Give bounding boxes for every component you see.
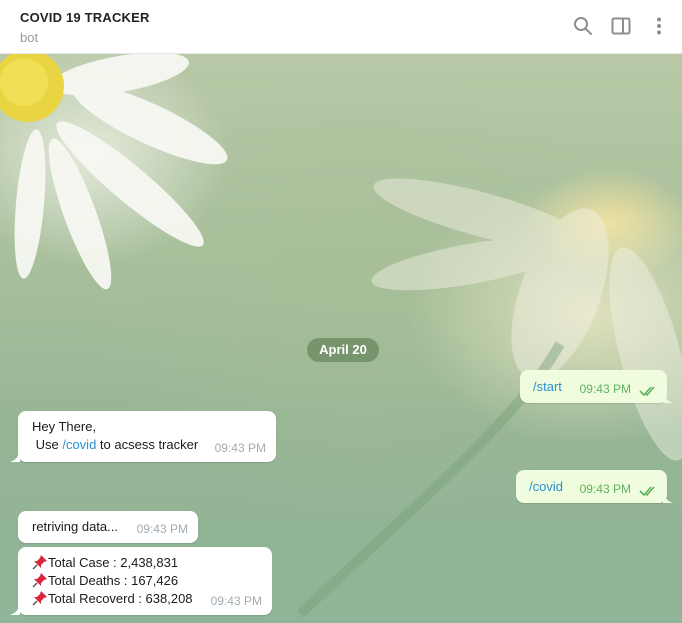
stat-text: Total Deaths : 167,426 — [48, 573, 179, 588]
bubble-tail — [10, 452, 20, 462]
message-incoming[interactable]: retriving data... 09:43 PM — [18, 511, 198, 543]
chat-header: COVID 19 TRACKER bot — [0, 0, 682, 54]
command-link[interactable]: /covid — [62, 437, 96, 452]
stat-text: Total Case : 2,438,831 — [48, 555, 179, 570]
chat-title[interactable]: COVID 19 TRACKER — [20, 10, 150, 25]
command-link[interactable]: /covid — [529, 478, 563, 496]
message-time: 09:43 PM — [579, 382, 631, 396]
message-time: 09:43 PM — [214, 441, 266, 455]
message-outgoing[interactable]: /covid 09:43 PM — [516, 470, 667, 503]
message-time: 09:43 PM — [136, 522, 188, 536]
message-text: retriving data... — [32, 519, 118, 534]
message-time: 09:43 PM — [579, 482, 631, 496]
chat-area[interactable]: April 20 /start 09:43 PM Hey There, Use … — [0, 54, 682, 623]
bubble-tail — [663, 493, 673, 503]
search-icon[interactable] — [572, 15, 594, 37]
bubble-tail — [10, 605, 20, 615]
chat-status: bot — [20, 30, 39, 45]
message-text-line: Use /covid to acsess tracker — [32, 436, 199, 454]
bubble-tail — [663, 393, 673, 403]
stat-text: Total Recoverd : 638,208 — [48, 591, 193, 606]
message-text-line: Hey There, — [32, 419, 97, 434]
stat-line-total-recovered: Total Recoverd : 638,208 — [32, 590, 193, 608]
stat-line-total-case: Total Case : 2,438,831 — [32, 554, 178, 572]
stat-line-total-deaths: Total Deaths : 167,426 — [32, 572, 178, 590]
message-incoming[interactable]: Hey There, Use /covid to acsess tracker … — [18, 411, 276, 462]
text-fragment: to acsess tracker — [96, 437, 199, 452]
more-vertical-icon[interactable] — [648, 15, 670, 37]
pushpin-icon — [32, 573, 47, 588]
sidebar-panel-icon[interactable] — [610, 15, 632, 37]
pushpin-icon — [32, 555, 47, 570]
message-time: 09:43 PM — [210, 594, 262, 608]
double-check-icon — [639, 386, 655, 397]
message-outgoing[interactable]: /start 09:43 PM — [520, 370, 667, 403]
text-fragment: Use — [32, 437, 63, 452]
message-incoming[interactable]: Total Case : 2,438,831 Total Deaths : 16… — [18, 547, 272, 615]
command-link[interactable]: /start — [533, 378, 562, 396]
pushpin-icon — [32, 591, 47, 606]
date-separator: April 20 — [307, 338, 379, 362]
double-check-icon — [639, 486, 655, 497]
